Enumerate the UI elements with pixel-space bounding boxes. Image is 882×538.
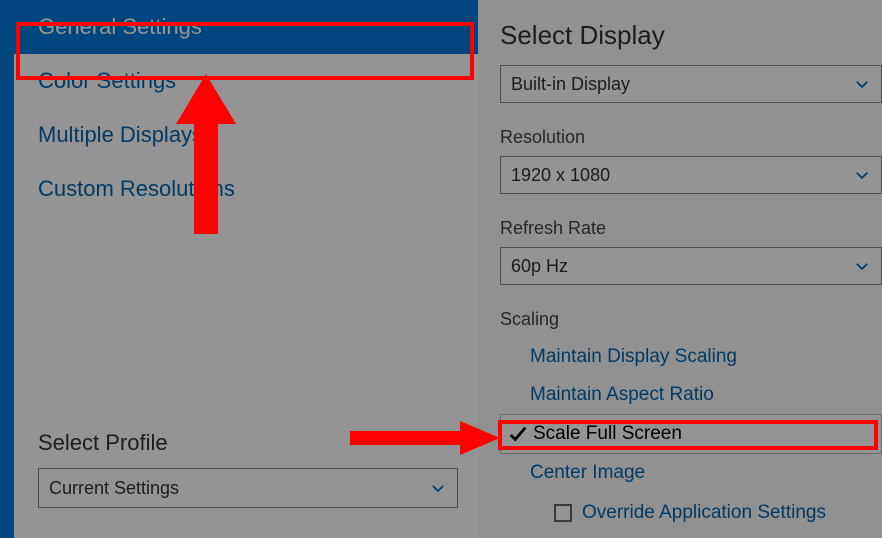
select-profile-label: Select Profile	[38, 430, 458, 456]
scaling-option-center-image[interactable]: Center Image	[500, 454, 882, 492]
nav-label: Multiple Displays	[38, 122, 203, 147]
nav-item-general-settings[interactable]: General Settings	[14, 0, 478, 54]
nav-label: Custom Resolutions	[38, 176, 235, 201]
scaling-option-label: Center Image	[530, 462, 645, 483]
profile-section: Select Profile Current Settings	[38, 430, 458, 508]
refresh-rate-dropdown[interactable]: 60p Hz	[500, 247, 882, 285]
refresh-rate-value: 60p Hz	[511, 256, 568, 277]
nav-item-custom-resolutions[interactable]: Custom Resolutions	[14, 162, 478, 216]
checkbox-icon	[554, 504, 572, 522]
check-icon	[507, 423, 529, 445]
display-dropdown[interactable]: Built-in Display	[500, 65, 882, 103]
sidebar: General Settings Color Settings Multiple…	[0, 0, 478, 538]
scaling-options: Maintain Display Scaling Maintain Aspect…	[500, 338, 882, 532]
chevron-down-icon	[853, 75, 871, 93]
scaling-option-label: Scale Full Screen	[533, 423, 682, 445]
resolution-value: 1920 x 1080	[511, 165, 610, 186]
override-app-settings-checkbox[interactable]: Override Application Settings	[500, 492, 882, 532]
profile-value: Current Settings	[49, 478, 179, 499]
settings-panel: Select Display Built-in Display Resoluti…	[478, 0, 882, 538]
scaling-option-label: Maintain Display Scaling	[530, 346, 737, 367]
scaling-option-label: Maintain Aspect Ratio	[530, 384, 714, 405]
resolution-label: Resolution	[500, 127, 882, 148]
nav-label: General Settings	[38, 14, 202, 39]
override-label: Override Application Settings	[582, 502, 826, 524]
chevron-down-icon	[853, 166, 871, 184]
resolution-dropdown[interactable]: 1920 x 1080	[500, 156, 882, 194]
nav-item-color-settings[interactable]: Color Settings	[14, 54, 478, 108]
profile-dropdown[interactable]: Current Settings	[38, 468, 458, 508]
nav-item-multiple-displays[interactable]: Multiple Displays	[14, 108, 478, 162]
select-display-title: Select Display	[500, 20, 882, 51]
display-value: Built-in Display	[511, 74, 630, 95]
nav-label: Color Settings	[38, 68, 176, 93]
scaling-label: Scaling	[500, 309, 882, 330]
scaling-option-maintain-aspect[interactable]: Maintain Aspect Ratio	[500, 376, 882, 414]
refresh-rate-label: Refresh Rate	[500, 218, 882, 239]
chevron-down-icon	[853, 257, 871, 275]
scaling-option-scale-full[interactable]: Scale Full Screen	[500, 414, 882, 454]
chevron-down-icon	[429, 479, 447, 497]
scaling-option-maintain-display[interactable]: Maintain Display Scaling	[500, 338, 882, 376]
